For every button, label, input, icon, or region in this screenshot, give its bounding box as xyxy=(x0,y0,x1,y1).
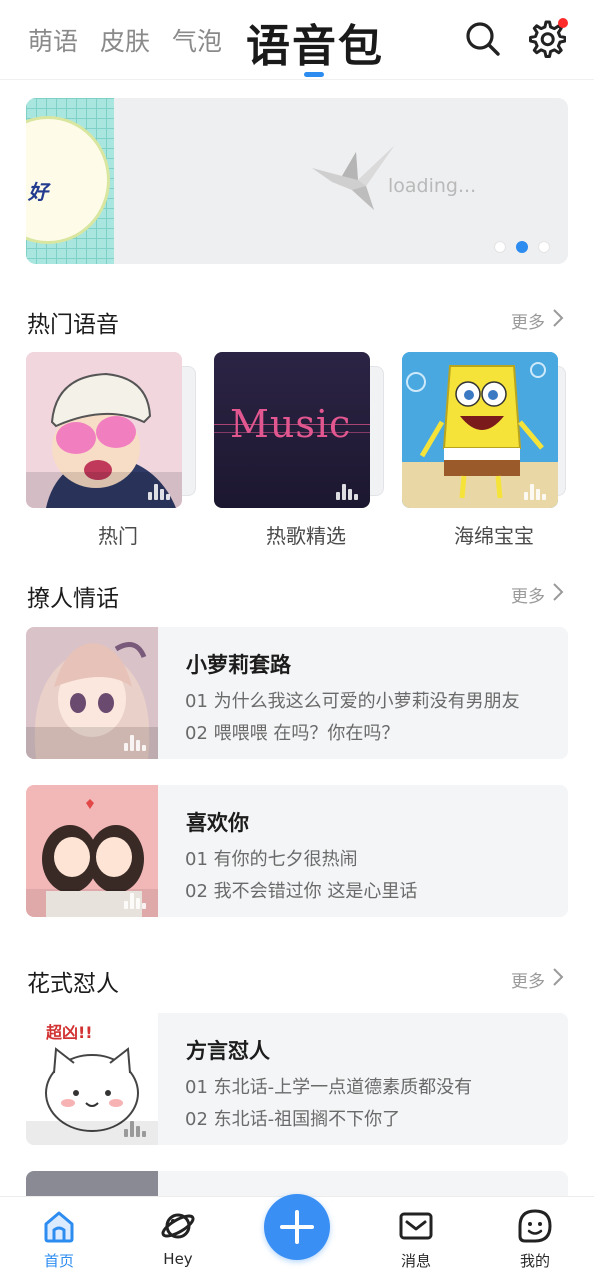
settings-notification-badge xyxy=(558,18,568,28)
voice-pack-list-item[interactable]: 小萝莉套路 01 为什么我这么可爱的小萝莉没有男朋友 02 喂喂喂 在吗？你在吗… xyxy=(26,627,568,759)
hot-voice-card-hit-songs[interactable]: Music xyxy=(214,352,370,508)
tab-voice-pack[interactable]: 语音包 xyxy=(246,10,384,74)
chevron-right-icon[interactable] xyxy=(552,967,564,987)
nav-messages-label: 消息 xyxy=(400,1252,431,1270)
tab-skins[interactable]: 皮肤 xyxy=(100,22,150,58)
tab-cute-phrases[interactable]: 萌语 xyxy=(28,22,78,58)
section-title-hot-voice: 热门语音 xyxy=(27,312,119,338)
hot-card-image xyxy=(26,352,182,508)
banner-loading-text: loading... xyxy=(388,175,477,197)
audio-bars-icon xyxy=(124,1119,146,1137)
nav-hey-label: Hey xyxy=(163,1250,193,1268)
hot-card-label: 热门 xyxy=(98,524,138,548)
voice-pack-thumbnail xyxy=(26,785,158,917)
plus-icon xyxy=(280,1210,314,1244)
voice-pack-preview-line: 01 为什么我这么可爱的小萝莉没有男朋友 xyxy=(185,691,520,712)
voice-pack-preview-line: 02 我不会错过你 这是心里话 xyxy=(185,881,418,902)
nav-home[interactable]: 首页 xyxy=(19,1206,99,1274)
audio-bars-icon xyxy=(148,482,170,500)
fancy-roast-more-link[interactable]: 更多 xyxy=(511,967,545,992)
active-tab-indicator xyxy=(304,72,324,77)
mail-icon xyxy=(399,1212,433,1240)
planet-icon xyxy=(161,1213,195,1239)
voice-pack-title: 小萝莉套路 xyxy=(186,653,291,677)
paper-crane-placeholder-icon xyxy=(312,146,394,210)
voice-pack-preview-line: 02 东北话-祖国搁不下你了 xyxy=(185,1109,401,1130)
voice-pack-list-item[interactable]: 喜欢你 01 有你的七夕很热闹 02 我不会错过你 这是心里话 xyxy=(26,785,568,917)
hot-voice-card-spongebob[interactable] xyxy=(402,352,558,508)
banner-bubble-text: 好 xyxy=(28,180,48,204)
voice-pack-title: 喜欢你 xyxy=(186,811,249,835)
voice-pack-thumbnail: 超凶!! xyxy=(26,1013,158,1145)
chevron-right-icon[interactable] xyxy=(552,308,564,328)
smiley-face-icon xyxy=(518,1209,552,1243)
voice-pack-preview-line: 02 喂喂喂 在吗？你在吗？ xyxy=(185,723,400,744)
search-icon[interactable] xyxy=(462,18,502,58)
carousel-dot-active[interactable] xyxy=(516,241,528,253)
hot-voice-card-hot[interactable] xyxy=(26,352,182,508)
audio-bars-icon xyxy=(524,482,546,500)
carousel-dot[interactable] xyxy=(538,241,550,253)
banner-previous-slide-image: 好 xyxy=(26,98,114,264)
top-tab-bar: 萌语 皮肤 气泡 语音包 xyxy=(0,0,594,80)
nav-me-label: 我的 xyxy=(519,1252,550,1270)
tab-bubbles[interactable]: 气泡 xyxy=(172,22,222,58)
hot-voice-more-link[interactable]: 更多 xyxy=(511,308,545,333)
hot-card-image: Music xyxy=(214,352,370,508)
voice-pack-title: 方言怼人 xyxy=(186,1039,270,1063)
section-title-flirt-talk: 撩人情话 xyxy=(27,586,119,612)
carousel-dot[interactable] xyxy=(494,241,506,253)
voice-pack-preview-line: 01 有你的七夕很热闹 xyxy=(185,849,358,870)
home-icon xyxy=(44,1211,74,1243)
nav-hey[interactable]: Hey xyxy=(138,1206,218,1274)
hot-card-label: 海绵宝宝 xyxy=(454,524,534,548)
audio-bars-icon xyxy=(124,891,146,909)
audio-bars-icon xyxy=(124,733,146,751)
section-title-fancy-roast: 花式怼人 xyxy=(27,971,119,997)
hot-card-label: 热歌精选 xyxy=(266,524,346,548)
audio-bars-icon xyxy=(336,482,358,500)
hot-card-image xyxy=(402,352,558,508)
voice-pack-preview-line: 01 东北话-上学一点道德素质都没有 xyxy=(185,1077,473,1098)
voice-pack-thumbnail xyxy=(26,627,158,759)
sticker-text: 超凶!! xyxy=(46,1023,93,1042)
chevron-right-icon[interactable] xyxy=(552,582,564,602)
nav-me[interactable]: 我的 xyxy=(495,1206,575,1274)
add-button[interactable] xyxy=(264,1194,330,1260)
voice-pack-list-item[interactable]: 超凶!! 方言怼人 01 东北话-上学一点道德素质都没有 02 东北话-祖国搁不… xyxy=(26,1013,568,1145)
flirt-talk-more-link[interactable]: 更多 xyxy=(511,582,545,607)
nav-home-label: 首页 xyxy=(43,1252,74,1270)
banner-carousel[interactable]: 好 xyxy=(26,98,568,264)
nav-messages[interactable]: 消息 xyxy=(376,1206,456,1274)
